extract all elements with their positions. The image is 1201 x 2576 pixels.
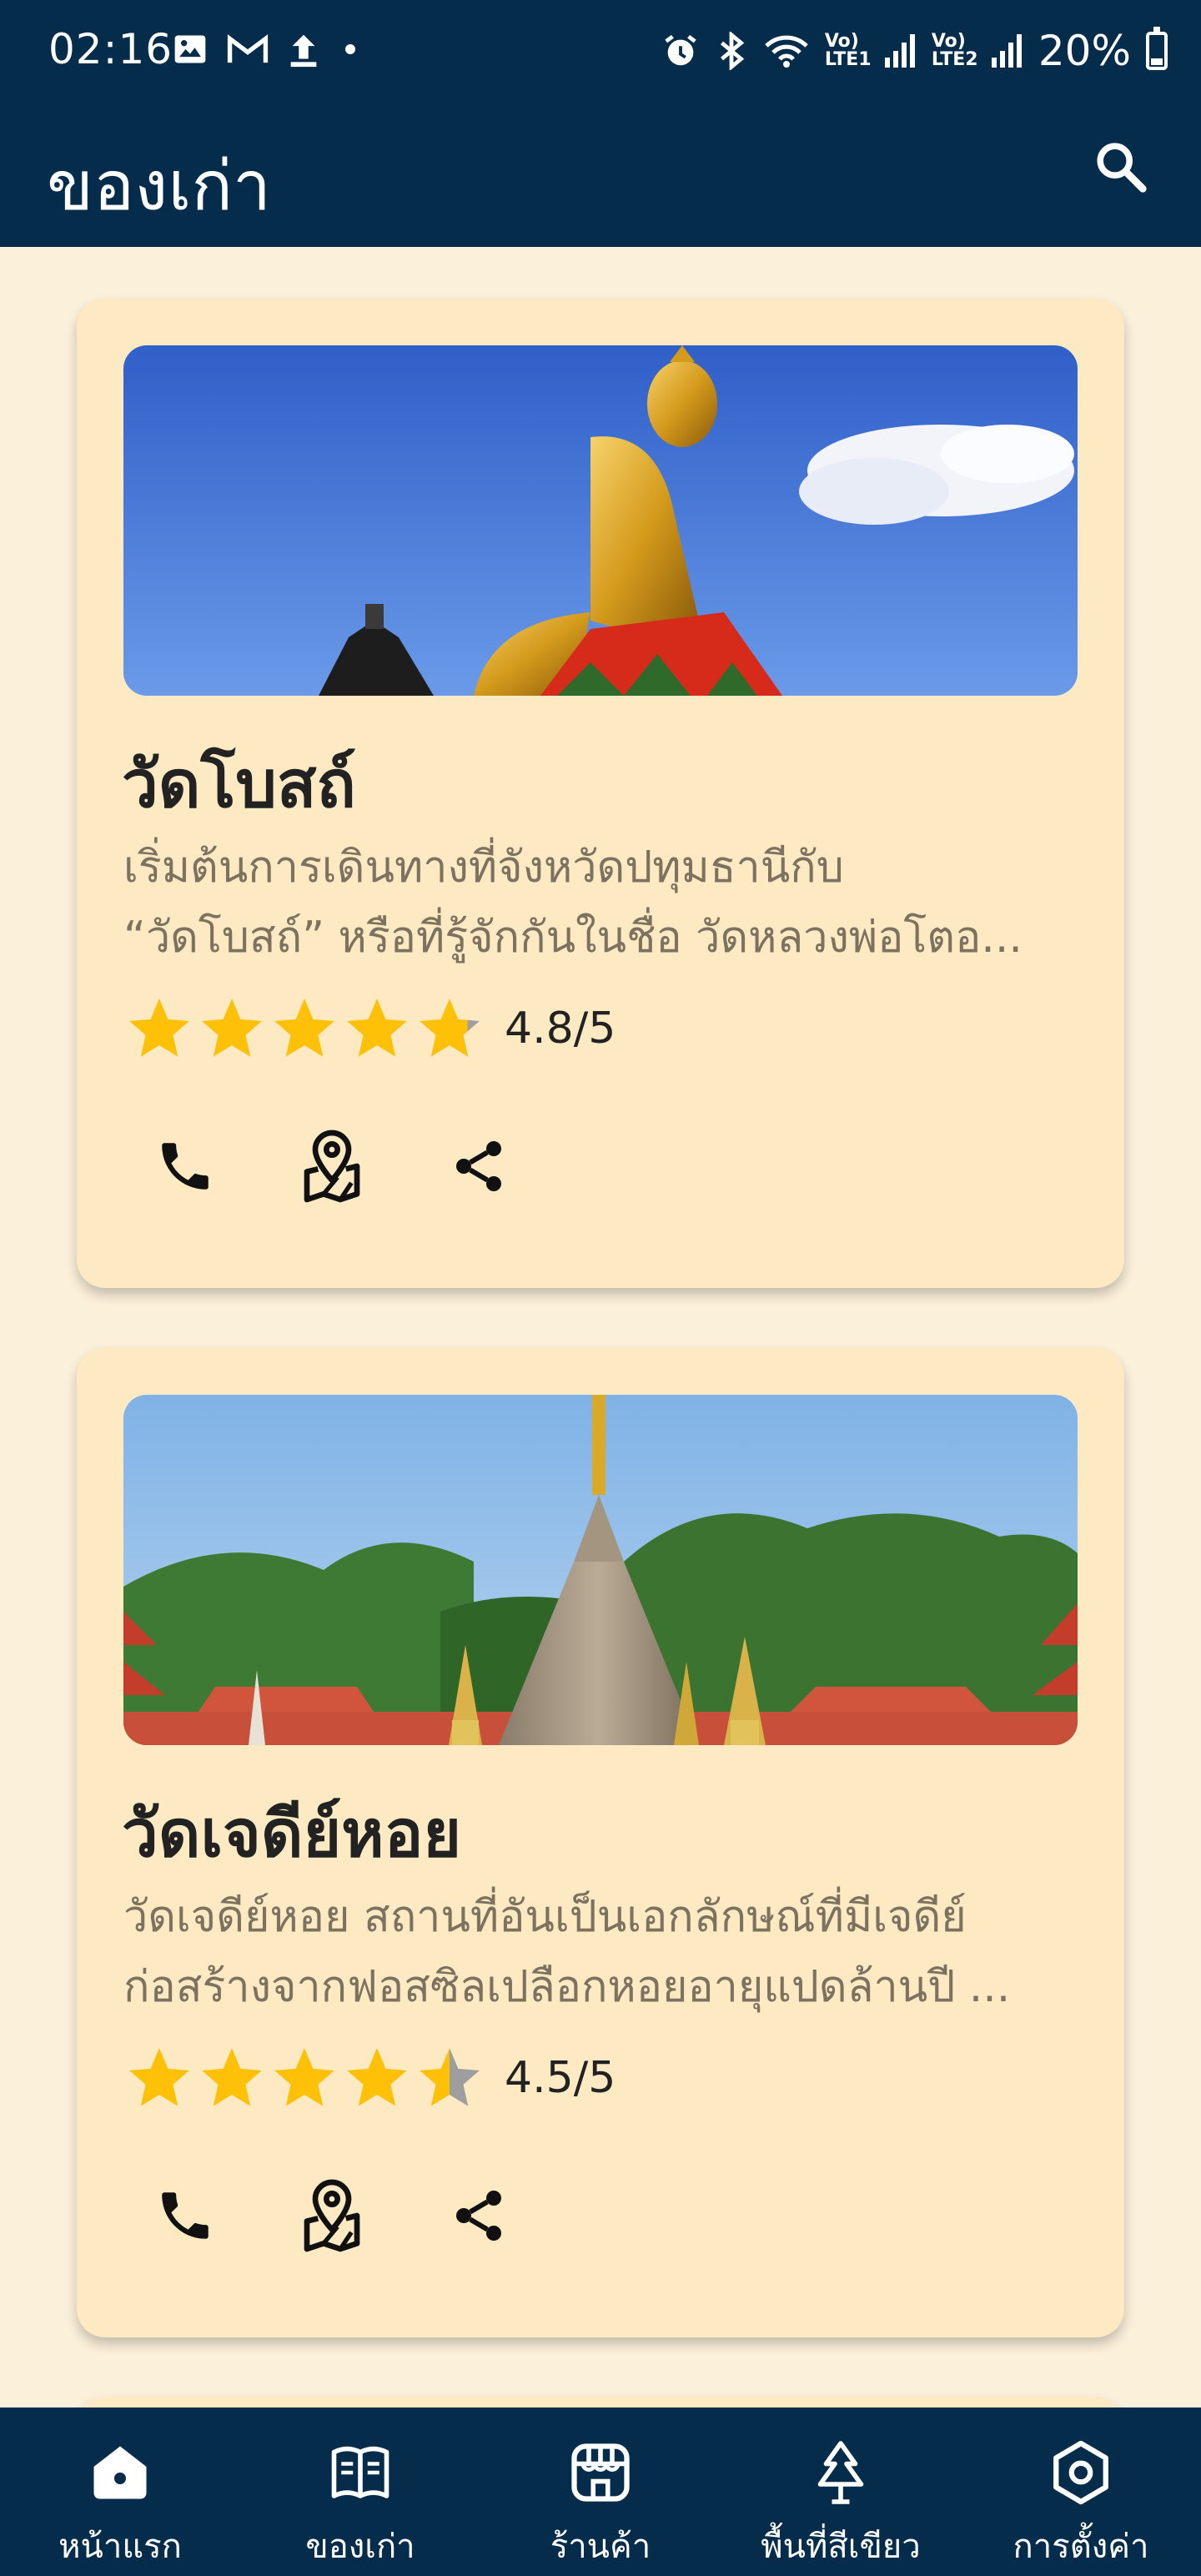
- signal-icon-2: [991, 34, 1022, 68]
- home-icon: [93, 2446, 147, 2499]
- card-actions: [152, 1124, 512, 1208]
- nav-label: พื้นที่สีเขียว: [761, 2528, 921, 2566]
- status-time: 02:16: [48, 25, 173, 73]
- status-notification-icons: [172, 30, 355, 68]
- nav-item-green-space[interactable]: พื้นที่สีเขียว: [721, 2407, 961, 2576]
- star-icon: [347, 2048, 407, 2106]
- share-icon: [456, 2191, 501, 2241]
- star-icon: [347, 999, 407, 1057]
- search-button[interactable]: [1088, 133, 1154, 200]
- call-button[interactable]: [152, 2174, 219, 2257]
- status-system-icons: Vo) LTE1 Vo) LTE2 20%: [661, 27, 1168, 75]
- nav-label: หน้าแรก: [58, 2528, 182, 2566]
- rating: 4.5/5: [123, 2040, 616, 2116]
- nav-item-antiques[interactable]: ของเก่า: [240, 2407, 480, 2576]
- tree-icon: [817, 2441, 864, 2504]
- description-line: ก่อสร้างจากฟอสซิลเปลือกหอยอายุแปดล้านปี …: [123, 1962, 1011, 2012]
- place-title: วัดโบสถ์: [122, 747, 356, 823]
- phone-icon: [162, 2192, 209, 2239]
- map-button[interactable]: [299, 2174, 365, 2257]
- network-label-2: Vo) LTE2: [931, 31, 978, 70]
- wifi-icon: [765, 35, 808, 68]
- dot-icon: [345, 44, 355, 54]
- rating-text: 4.8/5: [505, 1004, 616, 1054]
- star-icon: [420, 999, 480, 1057]
- status-bar: 02:16 Vo) LTE1 Vo) LTE2 20%: [0, 0, 1201, 108]
- settings-icon: [1053, 2440, 1108, 2505]
- nav-item-home[interactable]: หน้าแรก: [0, 2407, 240, 2576]
- alarm-icon: [665, 34, 696, 66]
- call-button[interactable]: [152, 1124, 219, 1208]
- map-button[interactable]: [299, 1124, 365, 1208]
- battery-percent: 20%: [1038, 27, 1131, 75]
- nav-label: ของเก่า: [305, 2528, 415, 2566]
- rating-text: 4.5/5: [505, 2053, 616, 2103]
- gallery-icon: [174, 35, 206, 63]
- star-icon: [202, 999, 262, 1057]
- phone-icon: [162, 1143, 209, 1190]
- star-icon: [129, 999, 189, 1057]
- search-icon: [1097, 143, 1147, 193]
- nav-item-shops[interactable]: ร้านค้า: [480, 2407, 721, 2576]
- rating: 4.8/5: [123, 991, 616, 1066]
- place-photo: [123, 345, 1078, 696]
- star-icon: [420, 2048, 480, 2106]
- top-bar: 02:16 Vo) LTE1 Vo) LTE2 20% ของเก่า: [0, 0, 1201, 247]
- card-actions: [152, 2174, 512, 2257]
- description-line: เริ่มต้นการเดินทางที่จังหวัดปทุมธานีกับ: [123, 843, 844, 893]
- nav-label: การตั้งค่า: [1013, 2528, 1149, 2566]
- description-line: “วัดโบสถ์” หรือที่รู้จักกันในชื่อ วัดหลว…: [123, 913, 1023, 963]
- place-description: วัดเจดีย์หอย สถานที่อันเป็นเอกลักษณ์ที่ม…: [123, 1882, 1083, 2022]
- nav-label: ร้านค้า: [550, 2528, 651, 2566]
- bottom-nav: หน้าแรก ของเก่า ร้านค้า พื้นที่สีเขียว ก…: [0, 2407, 1201, 2576]
- map-pin-icon: [304, 2179, 360, 2252]
- store-icon: [571, 2443, 630, 2502]
- bluetooth-icon: [720, 32, 745, 70]
- share-button[interactable]: [445, 1124, 512, 1208]
- place-title: วัดเจดีย์หอย: [122, 1797, 462, 1872]
- star-icon: [129, 2048, 189, 2106]
- book-icon: [331, 2446, 389, 2498]
- place-card[interactable]: วัดเจดีย์หอย วัดเจดีย์หอย สถานที่อันเป็น…: [77, 1348, 1124, 2337]
- share-button[interactable]: [445, 2174, 512, 2257]
- battery-icon: [1146, 27, 1168, 70]
- gmail-icon: [227, 34, 269, 63]
- star-icon: [202, 2048, 262, 2106]
- network-label-1: Vo) LTE1: [824, 31, 872, 70]
- page-title: ของเก่า: [47, 147, 272, 226]
- rating-stars: [123, 993, 486, 1064]
- nav-item-settings[interactable]: การตั้งค่า: [961, 2407, 1201, 2576]
- description-line: วัดเจดีย์หอย สถานที่อันเป็นเอกลักษณ์ที่ม…: [123, 1892, 967, 1942]
- share-icon: [456, 1141, 501, 1191]
- star-icon: [274, 999, 334, 1057]
- star-icon: [274, 2048, 334, 2106]
- map-pin-icon: [304, 1130, 360, 1203]
- place-description: เริ่มต้นการเดินทางที่จังหวัดปทุมธานีกับ …: [123, 833, 1083, 973]
- place-photo: [123, 1395, 1078, 1745]
- rating-stars: [123, 2042, 486, 2114]
- place-card[interactable]: วัดโบสถ์ เริ่มต้นการเดินทางที่จังหวัดปทุ…: [77, 299, 1124, 1288]
- upload-icon: [290, 34, 317, 68]
- signal-icon-1: [884, 34, 915, 68]
